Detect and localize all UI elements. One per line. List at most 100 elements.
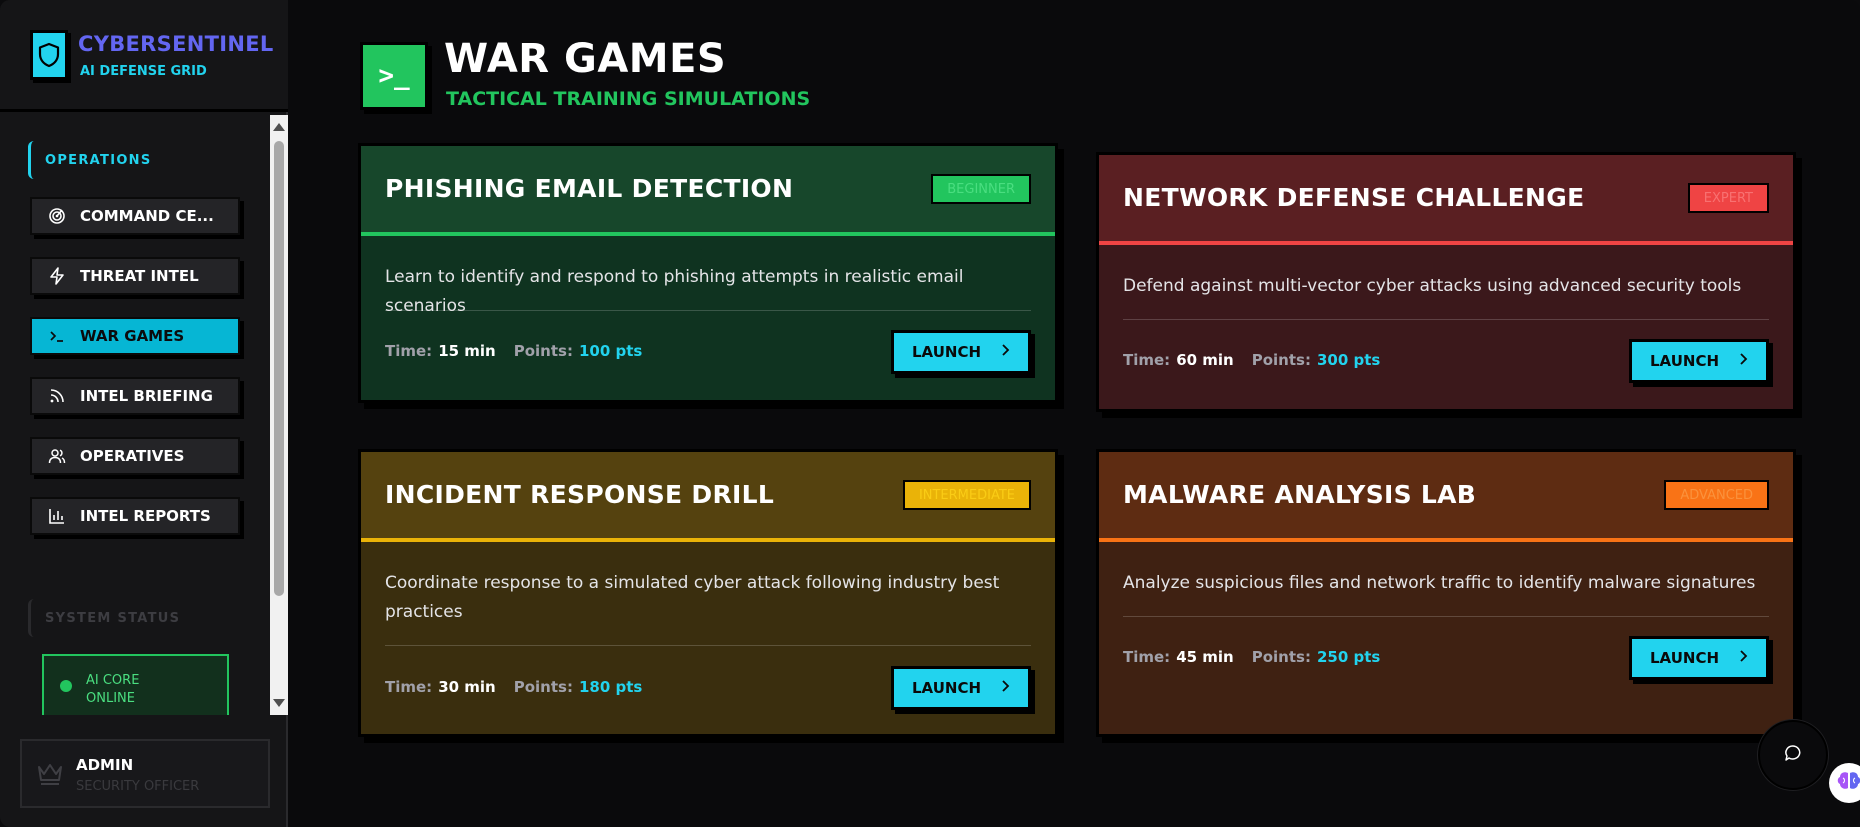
sidebar: CYBERSENTINEL AI DEFENSE GRID OPERATIONS… [0,0,288,827]
points-label: Points: [513,678,573,696]
difficulty-badge: BEGINNER [931,174,1031,204]
shield-logo-icon [30,30,68,80]
difficulty-badge: EXPERT [1687,183,1769,213]
time-label: Time: [385,342,433,360]
scenario-card-network-defense: NETWORK DEFENSE CHALLENGE EXPERT Defend … [1096,152,1796,412]
sidebar-item-label: INTEL BRIEFING [80,387,213,405]
rss-icon [48,387,66,405]
ai-core-status: AI CORE ONLINE [42,654,229,715]
chevron-right-icon [1738,649,1748,667]
card-meta: Time: 30 min Points: 180 pts [385,678,642,696]
card-description: Analyze suspicious files and network tra… [1123,573,1756,593]
user-name: ADMIN [76,756,134,774]
page-title: WAR GAMES [444,36,727,82]
chevron-right-icon [1000,679,1010,697]
card-meta: Time: 15 min Points: 100 pts [385,342,642,360]
points-value: 300 pts [1316,351,1381,369]
bar-chart-icon [48,507,66,525]
launch-label: LAUNCH [1650,352,1720,370]
sidebar-item-operatives[interactable]: OPERATIVES [30,437,240,475]
card-divider [1123,319,1769,320]
sidebar-item-label: COMMAND CE... [80,207,214,225]
launch-label: LAUNCH [912,679,982,697]
sidebar-item-label: THREAT INTEL [80,267,199,285]
card-accent-rule [361,232,1055,236]
launch-label: LAUNCH [912,343,982,361]
scroll-down-icon[interactable] [273,699,285,707]
sidebar-item-label: INTEL REPORTS [80,507,211,525]
chevron-right-icon [1000,343,1010,361]
sidebar-scrollbar[interactable] [270,115,288,715]
crown-icon [36,761,64,791]
chevron-right-icon [1738,352,1748,370]
sidebar-item-label: WAR GAMES [80,327,185,345]
app-window: CYBERSENTINEL AI DEFENSE GRID OPERATIONS… [0,0,1860,827]
brand-title: CYBERSENTINEL [78,32,274,56]
card-divider [385,645,1031,646]
page-subtitle: TACTICAL TRAINING SIMULATIONS [446,88,811,110]
launch-label: LAUNCH [1650,649,1720,667]
card-accent-rule [1099,241,1793,245]
chat-button[interactable] [1758,720,1828,790]
time-value: 15 min [438,342,496,360]
lightning-icon [48,267,66,285]
brain-icon [1836,770,1860,796]
radar-icon [48,207,66,225]
card-divider [1123,616,1769,617]
chat-bubble-icon [1784,744,1802,766]
time-value: 60 min [1176,351,1234,369]
card-divider [385,310,1031,311]
time-value: 45 min [1176,648,1234,666]
card-title: MALWARE ANALYSIS LAB [1123,480,1477,509]
sidebar-item-command-center[interactable]: COMMAND CE... [30,197,240,235]
points-label: Points: [1251,351,1311,369]
card-accent-rule [1099,538,1793,542]
status-line-1: AI CORE [86,673,140,688]
user-role: SECURITY OFFICER [76,779,200,794]
sidebar-item-intel-briefing[interactable]: INTEL BRIEFING [30,377,240,415]
user-card[interactable]: ADMIN SECURITY OFFICER [20,739,270,808]
points-value: 180 pts [578,678,643,696]
scroll-up-icon[interactable] [273,123,285,131]
launch-button[interactable]: LAUNCH [891,666,1031,710]
scenario-card-malware-analysis: MALWARE ANALYSIS LAB ADVANCED Analyze su… [1096,449,1796,737]
launch-button[interactable]: LAUNCH [1629,339,1769,383]
difficulty-badge: ADVANCED [1664,480,1769,510]
points-label: Points: [513,342,573,360]
users-icon [48,447,66,465]
points-value: 250 pts [1316,648,1381,666]
sidebar-nav: OPERATIONS COMMAND CE... THREAT INTEL WA… [0,115,270,715]
time-label: Time: [1123,351,1171,369]
time-value: 30 min [438,678,496,696]
sidebar-item-threat-intel[interactable]: THREAT INTEL [30,257,240,295]
launch-button[interactable]: LAUNCH [1629,636,1769,680]
ai-assistant-button[interactable] [1829,763,1860,803]
terminal-icon [48,327,66,345]
launch-button[interactable]: LAUNCH [891,330,1031,374]
sidebar-item-war-games[interactable]: WAR GAMES [30,317,240,355]
status-line-2: ONLINE [86,691,135,706]
status-dot-icon [60,680,72,692]
points-label: Points: [1251,648,1311,666]
card-meta: Time: 60 min Points: 300 pts [1123,351,1380,369]
brand-subtitle: AI DEFENSE GRID [80,64,207,79]
brand-header: CYBERSENTINEL AI DEFENSE GRID [0,0,288,112]
card-meta: Time: 45 min Points: 250 pts [1123,648,1380,666]
points-value: 100 pts [578,342,643,360]
card-title: PHISHING EMAIL DETECTION [385,174,794,203]
section-label-system-status: SYSTEM STATUS [28,599,180,637]
sidebar-item-intel-reports[interactable]: INTEL REPORTS [30,497,240,535]
card-title: NETWORK DEFENSE CHALLENGE [1123,183,1585,212]
time-label: Time: [385,678,433,696]
sidebar-item-label: OPERATIVES [80,447,185,465]
card-description: Learn to identify and respond to phishin… [385,267,964,316]
card-description: Defend against multi-vector cyber attack… [1123,276,1742,296]
card-accent-rule [361,538,1055,542]
time-label: Time: [1123,648,1171,666]
card-title: INCIDENT RESPONSE DRILL [385,480,775,509]
status-text: AI CORE ONLINE [86,672,166,715]
terminal-icon: >_ [360,42,428,110]
scroll-thumb[interactable] [274,141,284,596]
scenario-card-phishing: PHISHING EMAIL DETECTION BEGINNER Learn … [358,143,1058,403]
card-description: Coordinate response to a simulated cyber… [385,573,1000,622]
